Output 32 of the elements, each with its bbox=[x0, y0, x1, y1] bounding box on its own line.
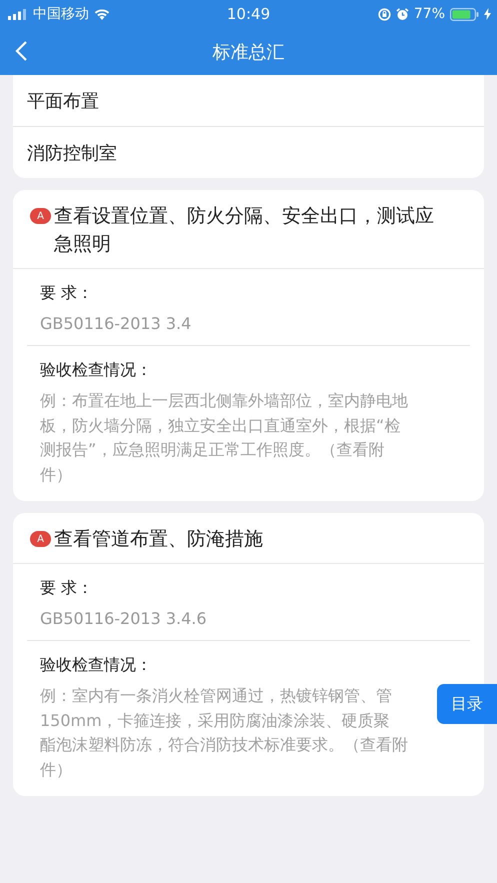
check-description-line: 测报告”，应急照明满足正常工作照度。（查看附 bbox=[40, 439, 386, 461]
check-description-line: 件） bbox=[40, 464, 73, 486]
check-description-line: 例：布置在地上一层西北侧靠外墙部位，室内静电地 bbox=[40, 390, 409, 412]
requirement-value: GB50116-2013 3.4 bbox=[40, 314, 192, 333]
battery-icon bbox=[450, 8, 479, 20]
check-description-line: 例：室内有一条消火栓管网通过，热镀锌钢管、管 bbox=[40, 685, 393, 707]
check-description-line: 酯泡沫塑料防冻，符合消防技术标准要求。（查看附 bbox=[40, 734, 409, 756]
charging-icon bbox=[484, 8, 491, 20]
check-description-line: 150mm，卡箍连接，采用防腐油漆涂装、硬质聚 bbox=[40, 710, 391, 732]
item-title: 查看设置位置、防火分隔、安全出口，测试应急照明 bbox=[54, 204, 435, 257]
page-title: 标准总汇 bbox=[212, 40, 284, 64]
item-title: 查看管道布置、防淹措施 bbox=[54, 527, 263, 552]
signal-icon bbox=[8, 8, 28, 20]
check-label: 验收检查情况： bbox=[40, 360, 153, 381]
rotation-lock-icon bbox=[378, 8, 391, 20]
requirement-label: 要 求： bbox=[40, 578, 94, 599]
menu-item[interactable]: 平面布置 bbox=[13, 75, 484, 126]
carrier-name: 中国移动 bbox=[33, 5, 89, 23]
alarm-icon bbox=[396, 8, 409, 20]
check-description-line: 件） bbox=[40, 758, 73, 780]
level-badge: A bbox=[30, 208, 51, 224]
status-time: 10:49 bbox=[226, 5, 270, 23]
level-badge: A bbox=[30, 531, 51, 547]
menu-item[interactable]: 消防控制室 bbox=[13, 126, 484, 178]
back-button[interactable] bbox=[14, 40, 28, 62]
catalog-button[interactable]: 目录 bbox=[437, 684, 497, 724]
check-description-line: 板，防火墙分隔，独立安全出口直通室外，根据“检 bbox=[40, 414, 402, 436]
check-label: 验收检查情况： bbox=[40, 655, 153, 676]
requirement-value: GB50116-2013 3.4.6 bbox=[40, 609, 208, 628]
battery-percent: 77% bbox=[414, 6, 445, 22]
requirement-label: 要 求： bbox=[40, 283, 94, 304]
wifi-icon bbox=[94, 8, 110, 20]
